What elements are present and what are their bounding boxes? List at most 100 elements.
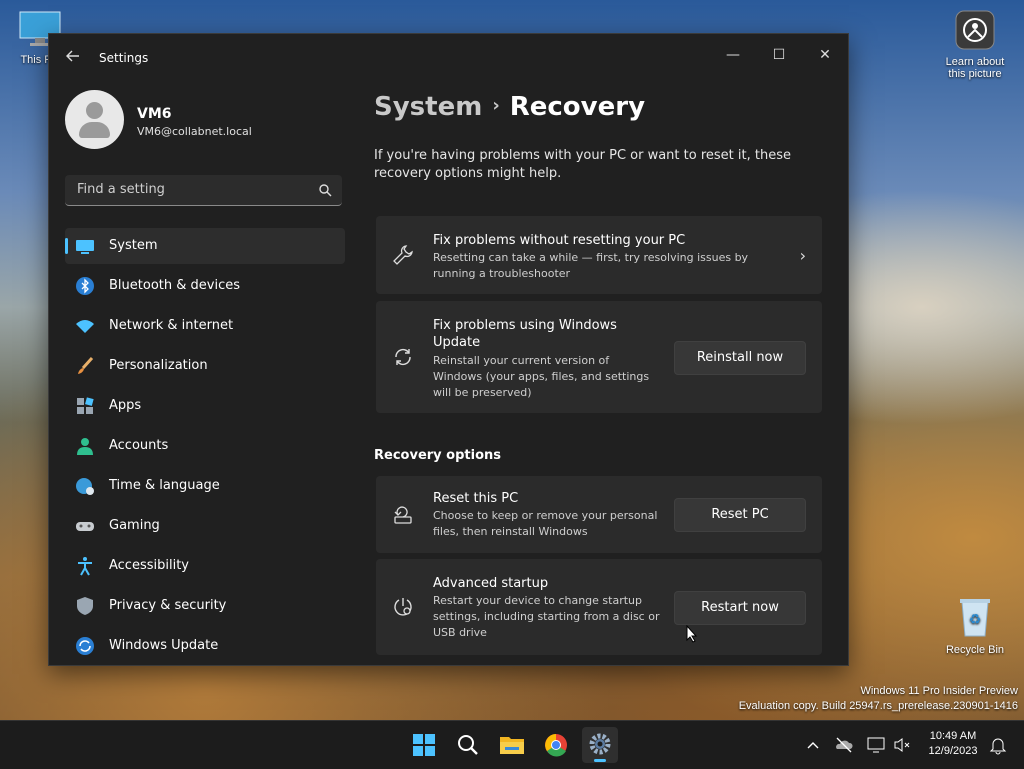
apps-icon [75, 396, 95, 416]
search-icon [458, 735, 478, 755]
sidebar-item-bluetooth[interactable]: Bluetooth & devices [65, 268, 345, 304]
sidebar-item-label: Privacy & security [109, 598, 227, 613]
search-input[interactable] [75, 181, 309, 198]
settings-taskbar-button[interactable] [582, 727, 618, 763]
card-description: Restart your device to change startup se… [433, 594, 660, 639]
sidebar-item-accounts[interactable]: Accounts [65, 428, 345, 464]
chrome-icon [545, 734, 567, 757]
arrow-left-icon [66, 50, 79, 62]
build-watermark: Windows 11 Pro Insider Preview Evaluatio… [739, 684, 1018, 714]
card-title: Advanced startup [433, 576, 549, 591]
watermark-line: Windows 11 Pro Insider Preview [860, 685, 1018, 697]
sidebar-item-apps[interactable]: Apps [65, 388, 345, 424]
chevron-up-icon[interactable] [803, 735, 823, 755]
reset-pc-button[interactable]: Reset PC [674, 498, 806, 532]
desktop-icon-learn-about-picture[interactable]: Learn about this picture [936, 10, 1014, 80]
search-box[interactable] [65, 175, 342, 206]
avatar [65, 90, 124, 149]
globe-clock-icon [75, 476, 95, 496]
advanced-startup-card: Advanced startup Restart your device to … [376, 559, 822, 655]
desktop-icon-label-2: this picture [948, 68, 1002, 80]
close-button[interactable]: ✕ [805, 40, 845, 70]
sidebar-item-label: Personalization [109, 358, 208, 373]
notification-bell-icon[interactable] [988, 735, 1008, 755]
desktop-icon-label: Recycle Bin [945, 644, 1005, 656]
update-icon [75, 636, 95, 656]
troubleshoot-card[interactable]: Fix problems without resetting your PC R… [376, 216, 822, 294]
breadcrumb-chevron-icon: › [492, 95, 500, 116]
reset-pc-icon [392, 504, 414, 526]
file-explorer-icon [500, 737, 524, 754]
search-icon[interactable] [318, 182, 332, 201]
minimize-icon: — [726, 47, 740, 63]
sidebar-item-label: System [109, 238, 158, 253]
sidebar-item-label: Time & language [109, 478, 220, 493]
sidebar-item-time-language[interactable]: Time & language [65, 468, 345, 504]
taskbar-search-button[interactable] [450, 727, 486, 763]
bluetooth-icon [75, 276, 95, 296]
desktop-icon-label-1: Learn about [945, 56, 1005, 68]
chevron-right-icon: › [799, 246, 806, 265]
file-explorer-button[interactable] [494, 727, 530, 763]
back-button[interactable] [61, 46, 85, 70]
sync-icon [392, 346, 414, 368]
maximize-icon: ☐ [772, 47, 786, 63]
card-title: Fix problems using Windows Update [433, 318, 617, 350]
close-icon: ✕ [819, 47, 831, 63]
system-clock[interactable]: 10:49 AM 12/9/2023 [918, 729, 988, 759]
camera-aperture-icon [936, 10, 1014, 53]
sidebar-item-label: Accessibility [109, 558, 189, 573]
mouse-cursor-icon [686, 624, 698, 647]
windows-update-fix-card: Fix problems using Windows Update Reinst… [376, 301, 822, 413]
system-icon [75, 236, 95, 256]
network-icon[interactable] [866, 735, 886, 755]
card-title: Fix problems without resetting your PC [433, 233, 686, 248]
sidebar-item-windows-update[interactable]: Windows Update [65, 628, 345, 664]
desktop-icon-recycle-bin[interactable]: ♻ Recycle Bin [940, 596, 1010, 656]
user-email: VM6@collabnet.local [137, 125, 252, 138]
breadcrumb: System › Recovery [374, 92, 645, 122]
sidebar-item-privacy-security[interactable]: Privacy & security [65, 588, 345, 624]
user-name: VM6 [137, 106, 172, 122]
brush-icon [75, 356, 95, 376]
volume-muted-icon[interactable] [892, 735, 912, 755]
breadcrumb-parent[interactable]: System [374, 92, 482, 122]
start-button[interactable] [406, 727, 442, 763]
section-heading: Recovery options [374, 448, 501, 463]
window-title: Settings [99, 51, 149, 65]
settings-icon [589, 733, 611, 755]
taskbar: 10:49 AM 12/9/2023 [0, 720, 1024, 769]
advanced-startup-icon [392, 596, 414, 618]
restart-now-button[interactable]: Restart now [674, 591, 806, 625]
reinstall-now-button[interactable]: Reinstall now [674, 341, 806, 375]
minimize-button[interactable]: — [713, 40, 753, 70]
sidebar-item-label: Network & internet [109, 318, 234, 333]
sidebar-item-accessibility[interactable]: Accessibility [65, 548, 345, 584]
sidebar-item-gaming[interactable]: Gaming [65, 508, 345, 544]
sidebar-item-label: Gaming [109, 518, 160, 533]
card-description: Resetting can take a while — first, try … [433, 251, 749, 280]
start-icon [413, 734, 435, 756]
onedrive-offline-icon[interactable] [834, 735, 854, 755]
shield-icon [75, 596, 95, 616]
recycle-bin-icon: ♻ [940, 596, 1010, 641]
accessibility-icon [75, 556, 95, 576]
maximize-button[interactable]: ☐ [759, 40, 799, 70]
page-title: Recovery [509, 92, 646, 122]
sidebar-item-personalization[interactable]: Personalization [65, 348, 345, 384]
sidebar-item-label: Windows Update [109, 638, 219, 653]
wrench-icon [392, 244, 414, 266]
sidebar-item-system[interactable]: System [65, 228, 345, 264]
clock-time: 10:49 AM [929, 730, 977, 742]
chrome-button[interactable] [538, 727, 574, 763]
title-bar[interactable]: Settings — ☐ ✕ [49, 34, 848, 82]
wifi-icon [75, 316, 95, 336]
sidebar-nav: System Bluetooth & devices Network & int… [65, 228, 345, 665]
sidebar-item-network[interactable]: Network & internet [65, 308, 345, 344]
settings-window: Settings — ☐ ✕ VM6 VM6@collabnet.local S… [48, 33, 849, 666]
watermark-line: Evaluation copy. Build 25947.rs_prerelea… [738, 700, 1018, 712]
reset-pc-card: Reset this PC Choose to keep or remove y… [376, 476, 822, 553]
svg-text:♻: ♻ [969, 611, 982, 627]
user-profile[interactable]: VM6 VM6@collabnet.local [65, 90, 365, 154]
card-description: Reinstall your current version of Window… [433, 354, 650, 399]
